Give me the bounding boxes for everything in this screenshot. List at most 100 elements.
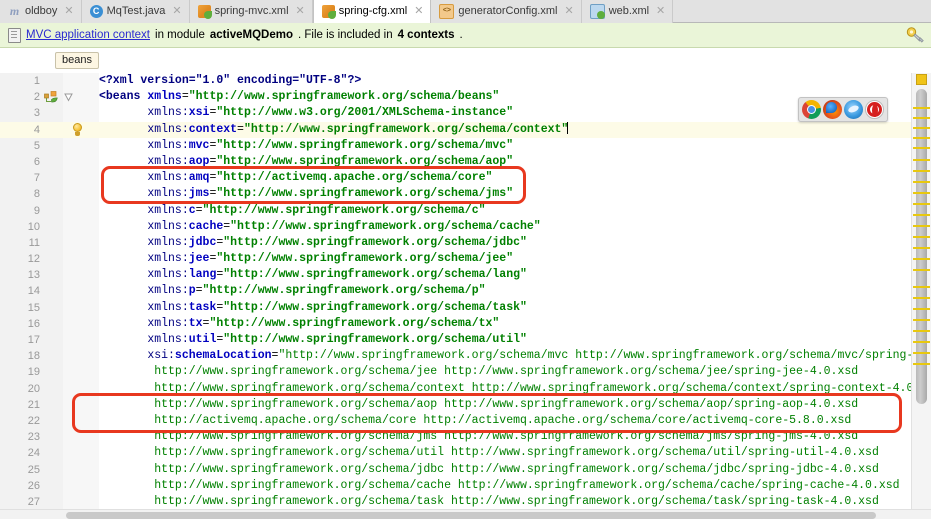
line-content[interactable]: http://activemq.apache.org/schema/core h… (99, 413, 851, 429)
application-context-link[interactable]: MVC application context (26, 29, 150, 41)
line-content[interactable]: xmlns:jms="http://www.springframework.or… (99, 186, 513, 202)
code-line[interactable]: 5 xmlns:mvc="http://www.springframework.… (0, 138, 931, 154)
line-content[interactable]: <?xml version="1.0" encoding="UTF-8"?> (99, 73, 361, 89)
warning-marker[interactable] (913, 137, 930, 139)
code-line[interactable]: 26 http://www.springframework.org/schema… (0, 478, 931, 494)
warning-marker[interactable] (913, 107, 930, 109)
code-line[interactable]: 10 xmlns:cache="http://www.springframewo… (0, 219, 931, 235)
editor-scrollbar[interactable] (911, 73, 931, 509)
tab-close-icon[interactable]: ✕ (656, 0, 665, 23)
tab-mqtest-java[interactable]: C MqTest.java ✕ (81, 0, 190, 23)
wrench-icon[interactable] (905, 26, 925, 44)
opera-icon[interactable] (865, 100, 884, 119)
warning-marker[interactable] (913, 147, 930, 149)
line-content[interactable]: http://www.springframework.org/schema/je… (99, 364, 858, 380)
code-line[interactable]: 11 xmlns:jdbc="http://www.springframewor… (0, 235, 931, 251)
line-content[interactable]: xmlns:context="http://www.springframewor… (99, 121, 569, 138)
code-line[interactable]: 22 http://activemq.apache.org/schema/cor… (0, 413, 931, 429)
line-content[interactable]: xmlns:util="http://www.springframework.o… (99, 332, 527, 348)
line-content[interactable]: <beans xmlns="http://www.springframework… (99, 89, 499, 105)
code-fold-icon[interactable] (64, 93, 73, 102)
code-line[interactable]: 2 <beans xmlns="http://www.springframewor… (0, 89, 931, 105)
firefox-icon[interactable] (823, 100, 842, 119)
warning-marker[interactable] (913, 127, 930, 129)
horizontal-scrollbar[interactable] (0, 509, 931, 519)
line-content[interactable]: xmlns:jdbc="http://www.springframework.o… (99, 235, 527, 251)
line-content[interactable]: http://www.springframework.org/schema/co… (99, 381, 931, 397)
chrome-icon[interactable] (802, 100, 821, 119)
warning-marker[interactable] (913, 214, 930, 216)
tab-close-icon[interactable]: ✕ (414, 0, 423, 23)
warning-marker[interactable] (913, 330, 930, 332)
code-line[interactable]: 25 http://www.springframework.org/schema… (0, 462, 931, 478)
code-line[interactable]: 4 xmlns:context="http://www.springframew… (0, 121, 931, 138)
line-content[interactable]: xmlns:amq="http://activemq.apache.org/sc… (99, 170, 492, 186)
line-content[interactable]: xmlns:lang="http://www.springframework.o… (99, 267, 527, 283)
code-line[interactable]: 17 xmlns:util="http://www.springframewor… (0, 332, 931, 348)
warning-marker[interactable] (913, 363, 930, 365)
warning-marker[interactable] (913, 225, 930, 227)
line-content[interactable]: xmlns:task="http://www.springframework.o… (99, 300, 527, 316)
warning-marker[interactable] (913, 258, 930, 260)
warning-marker[interactable] (913, 159, 930, 161)
warning-marker[interactable] (913, 319, 930, 321)
code-line[interactable]: 14 xmlns:p="http://www.springframework.o… (0, 283, 931, 299)
warning-marker[interactable] (913, 352, 930, 354)
code-line[interactable]: 23 http://www.springframework.org/schema… (0, 429, 931, 445)
tab-generatorconfig-xml[interactable]: <> generatorConfig.xml ✕ (431, 0, 582, 23)
line-content[interactable]: http://www.springframework.org/schema/jd… (99, 462, 879, 478)
warning-marker[interactable] (913, 341, 930, 343)
intention-bulb-icon[interactable] (72, 123, 83, 137)
line-content[interactable]: xmlns:jee="http://www.springframework.or… (99, 251, 513, 267)
code-editor[interactable]: 1 <?xml version="1.0" encoding="UTF-8"?> 2… (0, 73, 931, 509)
line-content[interactable]: http://www.springframework.org/schema/ao… (99, 397, 858, 413)
code-line[interactable]: 3 xmlns:xsi="http://www.w3.org/2001/XMLS… (0, 105, 931, 121)
line-content[interactable]: http://www.springframework.org/schema/ut… (99, 445, 879, 461)
line-content[interactable]: xmlns:cache="http://www.springframework.… (99, 219, 540, 235)
warning-marker[interactable] (913, 192, 930, 194)
code-line[interactable]: 9 xmlns:c="http://www.springframework.or… (0, 203, 931, 219)
tab-oldboy[interactable]: m oldboy ✕ (0, 0, 82, 23)
breadcrumb-item-beans[interactable]: beans (55, 52, 99, 69)
warning-marker[interactable] (913, 236, 930, 238)
line-content[interactable]: xmlns:xsi="http://www.w3.org/2001/XMLSch… (99, 105, 513, 121)
warning-marker[interactable] (913, 247, 930, 249)
code-line[interactable]: 7 xmlns:amq="http://activemq.apache.org/… (0, 170, 931, 186)
horizontal-scrollbar-thumb[interactable] (66, 512, 876, 519)
tab-close-icon[interactable]: ✕ (296, 0, 305, 23)
warning-marker[interactable] (913, 297, 930, 299)
code-line[interactable]: 8 xmlns:jms="http://www.springframework.… (0, 186, 931, 202)
line-content[interactable]: xmlns:aop="http://www.springframework.or… (99, 154, 513, 170)
line-content[interactable]: http://www.springframework.org/schema/jm… (99, 429, 858, 445)
line-content[interactable]: xmlns:mvc="http://www.springframework.or… (99, 138, 513, 154)
code-line[interactable]: 21 http://www.springframework.org/schema… (0, 397, 931, 413)
tab-spring-cfg-xml[interactable]: spring-cfg.xml ✕ (312, 0, 432, 23)
code-line[interactable]: 19 http://www.springframework.org/schema… (0, 364, 931, 380)
tab-close-icon[interactable]: ✕ (172, 0, 181, 23)
tab-close-icon[interactable]: ✕ (64, 0, 73, 23)
code-line[interactable]: 15 xmlns:task="http://www.springframewor… (0, 300, 931, 316)
code-line[interactable]: 1 <?xml version="1.0" encoding="UTF-8"?> (0, 73, 931, 89)
code-line[interactable]: 24 http://www.springframework.org/schema… (0, 445, 931, 461)
code-line[interactable]: 18 xsi:schemaLocation="http://www.spring… (0, 348, 931, 364)
internet-explorer-icon[interactable] (844, 100, 863, 119)
warning-marker[interactable] (913, 286, 930, 288)
code-line[interactable]: 12 xmlns:jee="http://www.springframework… (0, 251, 931, 267)
warning-marker[interactable] (913, 308, 930, 310)
warning-marker[interactable] (913, 181, 930, 183)
warning-marker[interactable] (913, 269, 930, 271)
code-line[interactable]: 6 xmlns:aop="http://www.springframework.… (0, 154, 931, 170)
warning-marker[interactable] (913, 203, 930, 205)
warning-summary-marker[interactable] (916, 74, 927, 85)
line-content[interactable]: xsi:schemaLocation="http://www.springfra… (99, 348, 931, 364)
line-content[interactable]: xmlns:c="http://www.springframework.org/… (99, 203, 485, 219)
tab-web-xml[interactable]: web.xml ✕ (581, 0, 674, 23)
code-line[interactable]: 16 xmlns:tx="http://www.springframework.… (0, 316, 931, 332)
code-line[interactable]: 13 xmlns:lang="http://www.springframewor… (0, 267, 931, 283)
line-content[interactable]: xmlns:tx="http://www.springframework.org… (99, 316, 499, 332)
code-line[interactable]: 27 http://www.springframework.org/schema… (0, 494, 931, 509)
code-line[interactable]: 20 http://www.springframework.org/schema… (0, 381, 931, 397)
line-content[interactable]: xmlns:p="http://www.springframework.org/… (99, 283, 485, 299)
spring-bean-icon[interactable] (44, 91, 58, 104)
tab-close-icon[interactable]: ✕ (564, 0, 573, 23)
